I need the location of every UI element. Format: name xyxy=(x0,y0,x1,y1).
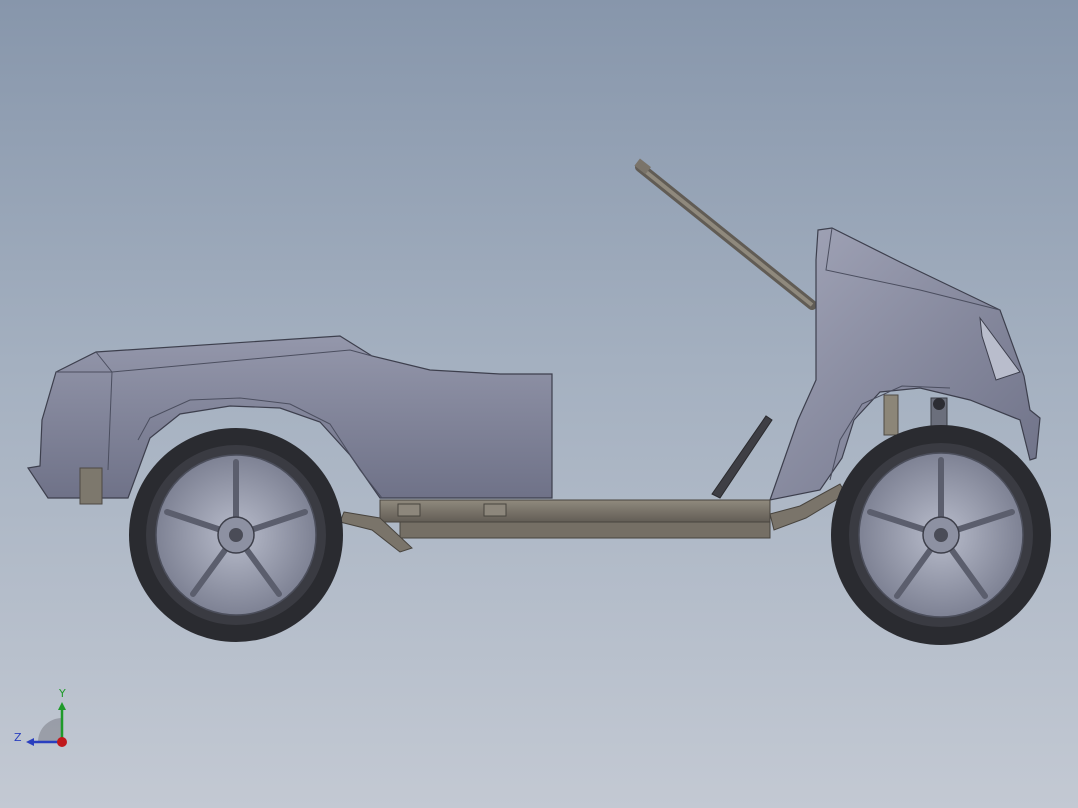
steering-column[interactable] xyxy=(634,158,817,310)
rear-wheel[interactable] xyxy=(129,428,343,642)
vehicle-chassis-model[interactable] xyxy=(0,0,1078,808)
graphics-viewport[interactable]: Y Z xyxy=(0,0,1078,808)
front-wheel[interactable] xyxy=(831,425,1051,645)
y-axis-label: Y xyxy=(59,687,66,700)
axis-triad: Y Z xyxy=(10,686,80,756)
z-axis-label: Z xyxy=(14,731,22,744)
axis-triad-icon xyxy=(26,702,67,747)
